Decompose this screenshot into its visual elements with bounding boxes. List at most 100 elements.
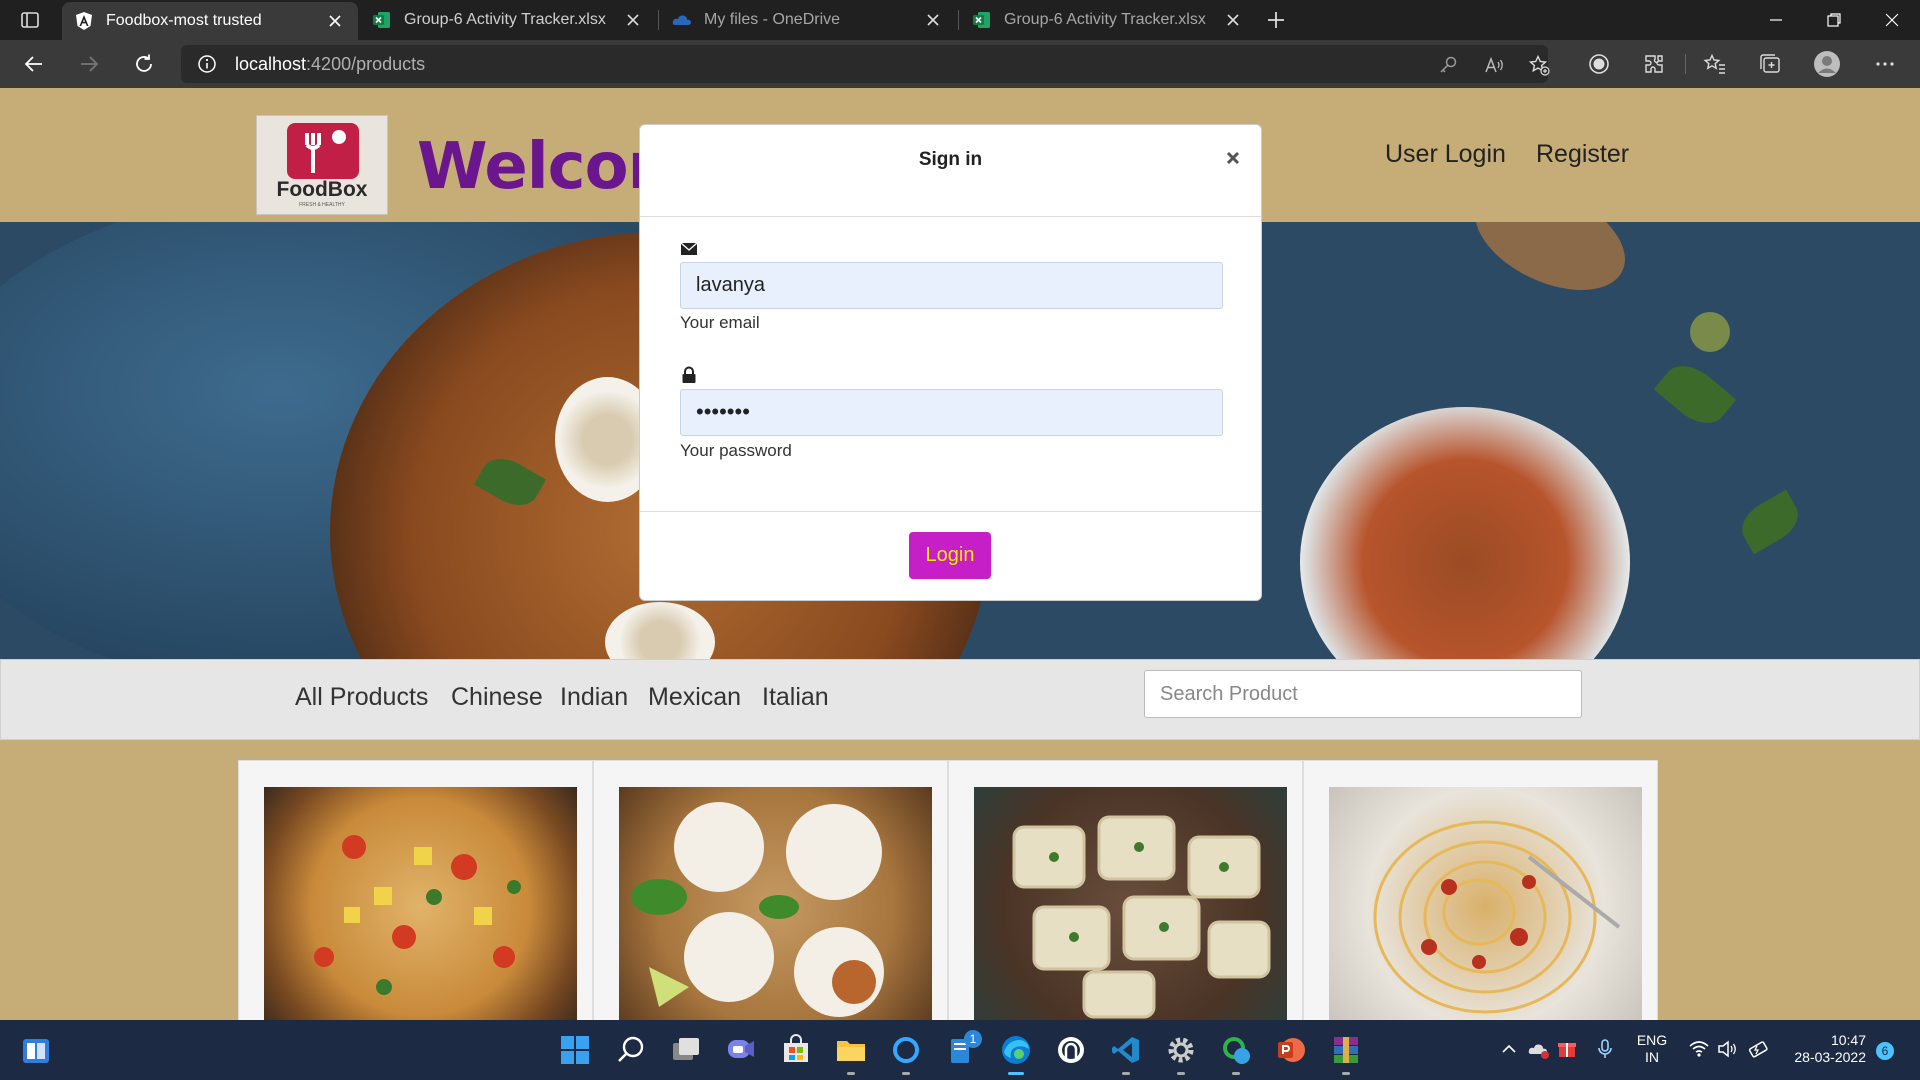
foodbox-logo[interactable]: FoodBox FRESH & HEALTHY — [256, 115, 388, 215]
tab-divider — [658, 10, 659, 30]
toolbar-divider — [1685, 54, 1686, 74]
task-view-icon[interactable] — [670, 1034, 702, 1066]
whatsapp-icon[interactable] — [1220, 1034, 1252, 1075]
modal-header: Sign in — [640, 125, 1261, 217]
close-tab-icon[interactable] — [924, 11, 942, 29]
language-code: ENG — [1636, 1032, 1668, 1048]
address-toolbar: localhost:4200/products — [0, 40, 1920, 88]
battery-icon[interactable] — [1748, 1038, 1770, 1060]
profile-avatar-icon[interactable] — [1813, 50, 1841, 78]
github-desktop-icon[interactable] — [1055, 1034, 1087, 1066]
back-icon[interactable] — [22, 52, 46, 76]
product-image-ravioli — [974, 787, 1287, 1020]
envelope-icon — [680, 240, 698, 258]
tab-actions-icon[interactable] — [20, 10, 40, 30]
logo-emblem — [287, 123, 359, 179]
email-field[interactable]: lavanya — [680, 262, 1223, 309]
settings-gear-icon[interactable] — [1165, 1034, 1197, 1075]
browser-tab-strip: Foodbox-most trusted Group-6 Activity Tr… — [0, 0, 1920, 40]
tab-label: Group-6 Activity Tracker.xlsx — [1004, 11, 1206, 28]
collections-icon[interactable] — [1758, 52, 1782, 76]
security-gift-icon[interactable] — [1556, 1038, 1578, 1060]
password-help-text: Your password — [680, 441, 792, 460]
microsoft-store-icon[interactable] — [780, 1034, 812, 1066]
url-text: localhost:4200/products — [235, 54, 425, 75]
wifi-icon[interactable] — [1688, 1038, 1710, 1060]
product-card[interactable] — [238, 760, 593, 1020]
address-bar[interactable]: localhost:4200/products — [181, 45, 1550, 83]
file-explorer-icon[interactable] — [835, 1034, 867, 1075]
product-card[interactable] — [948, 760, 1303, 1020]
microphone-icon[interactable] — [1594, 1038, 1616, 1060]
notification-count-badge[interactable]: 6 — [1876, 1042, 1894, 1060]
close-icon[interactable] — [1223, 148, 1243, 168]
clock-date: 28-03-2022 — [1794, 1049, 1866, 1065]
vscode-icon[interactable] — [1110, 1034, 1142, 1075]
user-login-link[interactable]: User Login — [1385, 140, 1506, 169]
extensions-icon[interactable] — [1642, 52, 1666, 76]
running-indicator — [1342, 1072, 1350, 1075]
cortana-icon[interactable] — [890, 1034, 922, 1075]
read-aloud-icon[interactable] — [1483, 54, 1505, 76]
product-card[interactable] — [1303, 760, 1658, 1020]
category-italian[interactable]: Italian — [762, 683, 829, 712]
notepad-icon[interactable]: 1 — [946, 1030, 982, 1066]
volume-icon[interactable] — [1716, 1038, 1738, 1060]
teams-chat-icon[interactable] — [725, 1034, 757, 1066]
clock[interactable]: 10:47 28-03-2022 — [1780, 1032, 1866, 1066]
close-tab-icon[interactable] — [1224, 11, 1242, 29]
password-field[interactable]: ••••••• — [680, 389, 1223, 436]
widgets-icon[interactable] — [22, 1037, 50, 1065]
login-button[interactable]: Login — [909, 532, 991, 579]
product-card[interactable] — [593, 760, 948, 1020]
close-window-icon[interactable] — [1864, 0, 1920, 40]
product-grid — [238, 760, 1662, 1020]
region-code: IN — [1645, 1049, 1659, 1065]
password-key-icon[interactable] — [1437, 54, 1459, 76]
logo-subtext: FRESH & HEALTHY — [299, 202, 345, 208]
search-icon[interactable] — [615, 1034, 647, 1066]
running-indicator — [1177, 1072, 1185, 1075]
start-windows-icon[interactable] — [559, 1034, 591, 1066]
lock-icon — [680, 366, 698, 384]
tab-foodbox[interactable]: Foodbox-most trusted — [62, 2, 358, 40]
more-options-icon[interactable] — [1873, 52, 1897, 76]
register-link[interactable]: Register — [1536, 140, 1629, 169]
tab-activity-tracker-2[interactable]: Group-6 Activity Tracker.xlsx — [960, 0, 1256, 40]
powerpoint-icon[interactable] — [1275, 1034, 1307, 1066]
modal-footer: Login — [640, 511, 1261, 602]
add-favorite-icon[interactable] — [1528, 54, 1550, 76]
product-image-pizza — [264, 787, 577, 1020]
url-path: :4200/products — [306, 54, 426, 74]
refresh-icon[interactable] — [132, 52, 156, 76]
favorites-icon[interactable] — [1703, 52, 1727, 76]
close-tab-icon[interactable] — [624, 11, 642, 29]
running-indicator — [1122, 1072, 1130, 1075]
close-tab-icon[interactable] — [326, 12, 344, 30]
windows-taskbar: 1 ENG IN 10:47 28-03-2022 6 — [0, 1020, 1920, 1080]
minimize-icon[interactable] — [1748, 0, 1804, 40]
tab-activity-tracker-1[interactable]: Group-6 Activity Tracker.xlsx — [360, 0, 656, 40]
forward-icon[interactable] — [77, 52, 101, 76]
tab-onedrive[interactable]: My files - OneDrive — [660, 0, 956, 40]
category-chinese[interactable]: Chinese — [451, 683, 543, 712]
winrar-icon[interactable] — [1330, 1034, 1362, 1075]
edge-browser-icon[interactable] — [1000, 1034, 1032, 1075]
onedrive-icon — [672, 10, 692, 30]
site-info-icon[interactable] — [197, 54, 217, 74]
category-indian[interactable]: Indian — [560, 683, 628, 712]
extension-record-icon[interactable] — [1587, 52, 1611, 76]
restore-icon[interactable] — [1806, 0, 1862, 40]
search-product-input[interactable]: Search Product — [1144, 670, 1582, 718]
show-hidden-icons-icon[interactable] — [1498, 1038, 1520, 1060]
new-tab-icon[interactable] — [1264, 8, 1288, 32]
onedrive-sync-icon[interactable] — [1528, 1038, 1550, 1060]
category-all-products[interactable]: All Products — [295, 683, 428, 712]
excel-icon — [972, 10, 992, 30]
category-mexican[interactable]: Mexican — [648, 683, 741, 712]
language-indicator[interactable]: ENG IN — [1632, 1032, 1672, 1066]
active-indicator — [1008, 1072, 1024, 1075]
logo-text: FoodBox — [276, 178, 368, 201]
email-help-text: Your email — [680, 313, 760, 332]
sign-in-modal: Sign in lavanya Your email ••••••• Your … — [639, 124, 1262, 601]
